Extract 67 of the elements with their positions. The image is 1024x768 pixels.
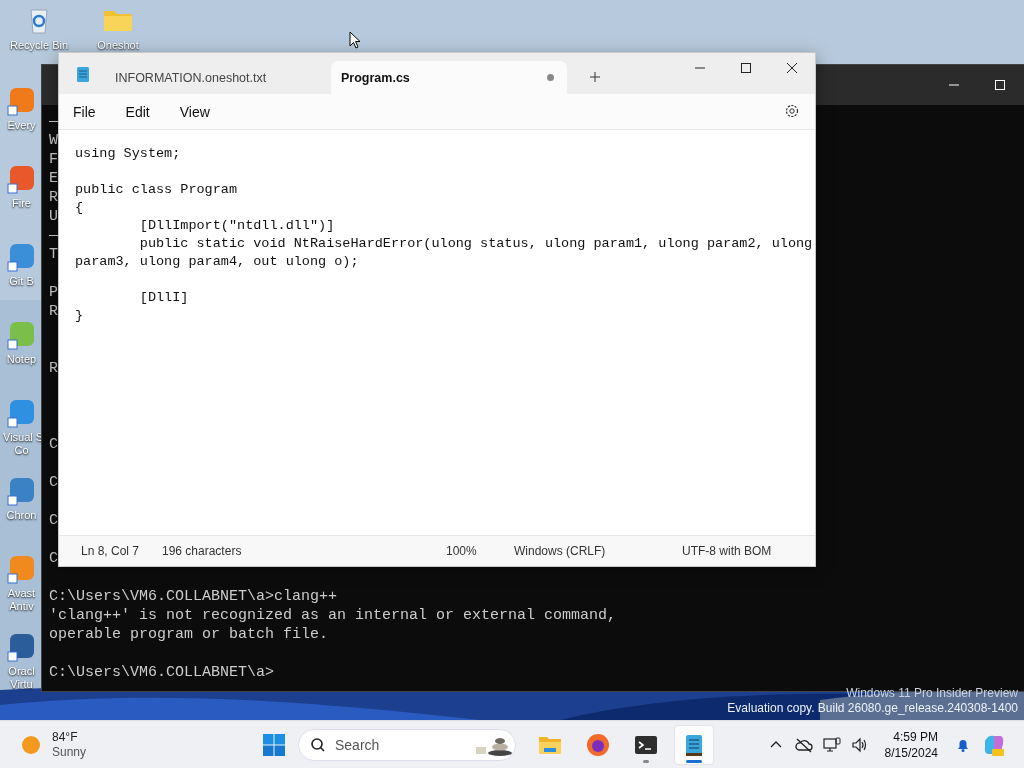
menu-item[interactable]: Edit <box>125 99 150 124</box>
cloud-off-icon[interactable] <box>794 736 813 753</box>
settings-icon[interactable] <box>784 103 800 119</box>
console-line: C <box>49 474 58 491</box>
browser-icon <box>586 732 610 757</box>
console-line: C <box>49 550 58 567</box>
icon-label: Oneshot <box>96 39 140 52</box>
icon-label: Avast <box>6 587 37 600</box>
clock-time[interactable]: 4:59 PM <box>893 728 938 745</box>
pointer-icon <box>349 31 361 49</box>
search-icon <box>310 736 326 753</box>
icon-label: Every <box>6 119 37 132</box>
console-line: operable program or batch file. <box>49 626 329 643</box>
volume-icon[interactable] <box>850 736 869 753</box>
console-line: R <box>49 360 58 377</box>
code-line: param3, ulong param4, out ulong o); <box>75 254 359 269</box>
icon-label: Git B <box>8 275 35 288</box>
console-line: F <box>49 151 58 168</box>
network-icon[interactable] <box>822 736 841 753</box>
console-line: R <box>49 189 58 206</box>
code-line: { <box>75 200 84 215</box>
code-line: [DllImport("ntdll.dll")] <box>138 218 335 233</box>
console-line: W <box>49 132 58 149</box>
icon-label: Fire <box>11 197 32 210</box>
menu-item[interactable]: File <box>73 99 96 124</box>
console-line: C:\Users\VM6.COLLABNET\a>clang++ <box>49 588 338 605</box>
status-text: UTF-8 with BOM <box>682 544 772 558</box>
console-line: — <box>49 113 58 130</box>
add-icon[interactable] <box>589 71 601 83</box>
temperature: 84°F <box>52 729 79 745</box>
icon-label: Antiv <box>8 600 35 613</box>
console-line: R <box>49 303 58 320</box>
code-line: public static void NtRaiseHardError(ulong status, ulong param1, ulong param2, ulong <box>138 236 813 251</box>
status-text: 196 characters <box>162 544 242 558</box>
code-line: using System; <box>75 146 181 161</box>
code-line: [DllI] <box>138 290 189 305</box>
watermark-text: Evaluation copy. Build 26080.ge_release.240308-1400 <box>727 701 1018 716</box>
code-line: public class Program <box>75 182 238 197</box>
code-line: } <box>75 308 84 323</box>
icon-label: Virtu <box>9 678 34 691</box>
weather-condition: Sunny <box>52 744 87 760</box>
status-text: Windows (CRLF) <box>514 544 606 558</box>
console-line: U <box>49 208 58 225</box>
console-line: C <box>49 436 58 453</box>
console-line: 'clang++' is not recognized as an internal or external command, <box>49 607 617 624</box>
icon-label: Co <box>13 444 30 457</box>
status-text: Ln 8, Col 7 <box>81 544 140 558</box>
menu-item[interactable]: View <box>179 99 210 124</box>
tab[interactable]: INFORMATION.oneshot.txt <box>105 61 331 94</box>
icon-label: Notep <box>5 353 38 366</box>
icon-label: Recycle Bin <box>8 39 70 52</box>
console-line: T <box>49 246 58 263</box>
tab[interactable]: Program.cs <box>331 61 567 94</box>
status-text: 100% <box>446 544 477 558</box>
console-line: C <box>49 512 58 529</box>
icon-label: Oracl <box>7 665 36 678</box>
console-line: — <box>49 227 58 244</box>
console-line: C:\Users\VM6.COLLABNET\a> <box>49 664 275 681</box>
clock-date[interactable]: 8/15/2024 <box>884 744 938 761</box>
console-line: P <box>49 284 58 301</box>
taskbar-app[interactable] <box>674 724 714 765</box>
start-icon[interactable] <box>262 732 286 757</box>
maximize-icon[interactable] <box>993 78 1007 92</box>
search-field[interactable]: Search <box>298 728 516 761</box>
notepad-icon <box>75 65 91 83</box>
icon-label: Chron <box>5 509 38 522</box>
console-line: E <box>49 170 58 187</box>
